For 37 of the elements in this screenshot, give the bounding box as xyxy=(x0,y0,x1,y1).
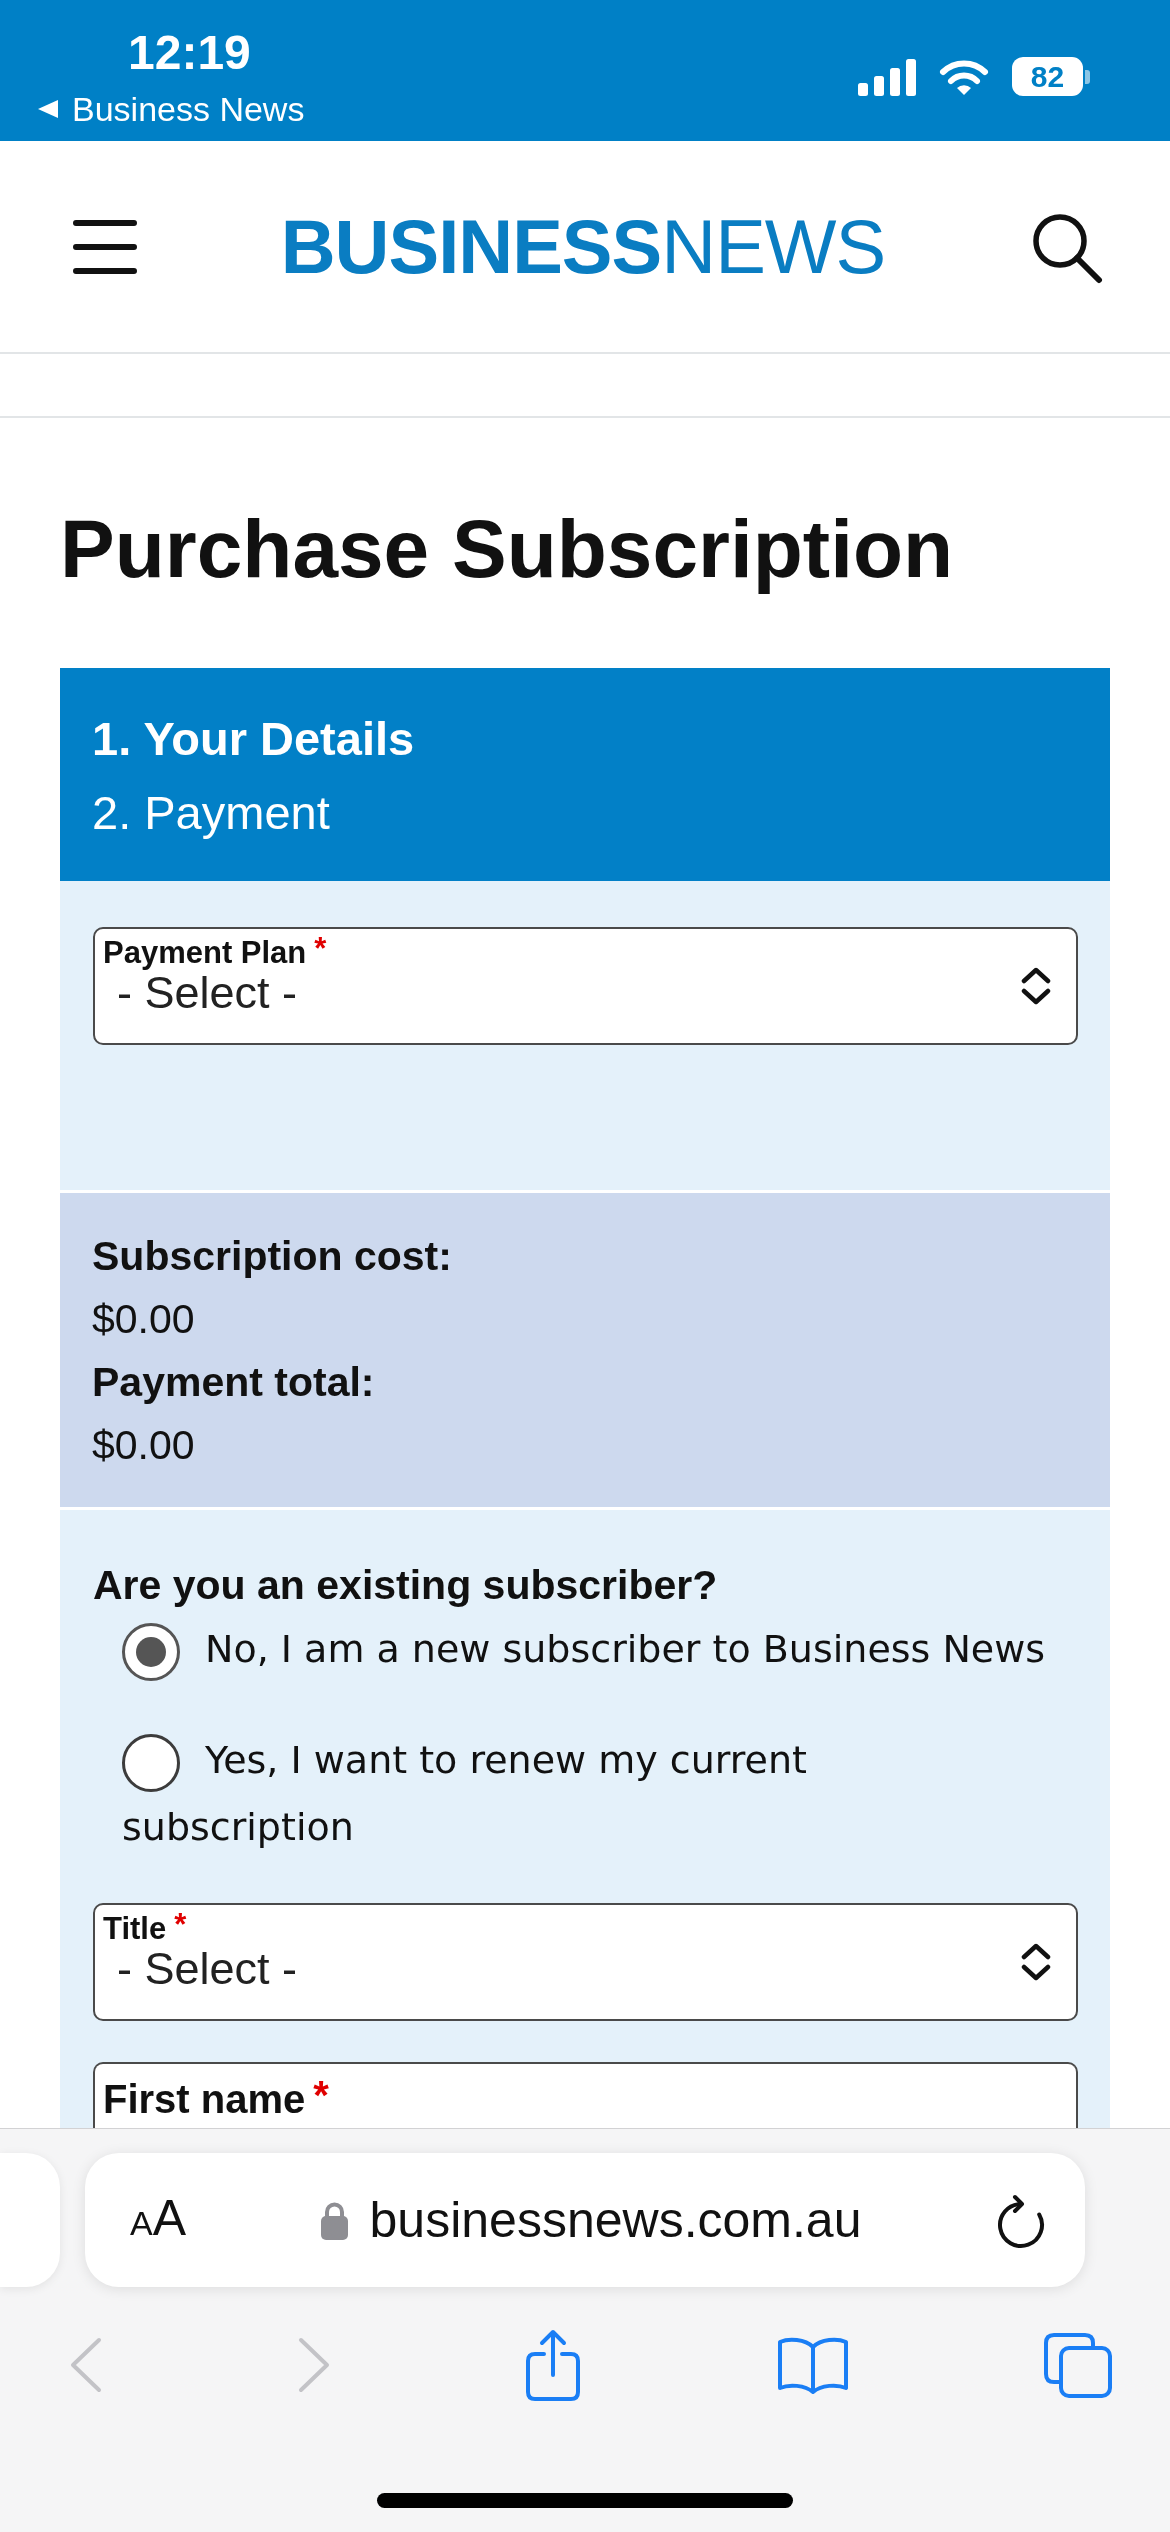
radio-option[interactable]: Yes, I want to renew my current subscription xyxy=(122,1727,1049,1861)
select-field[interactable]: Title * - Select - xyxy=(93,1903,1078,2021)
lock-icon xyxy=(319,2200,349,2240)
open-book-icon[interactable] xyxy=(775,2335,850,2395)
summary-value: $0.00 xyxy=(92,1421,196,1470)
battery-indicator: 82 xyxy=(1012,57,1090,96)
field-label: First name * xyxy=(103,2076,329,2122)
summary-label: Subscription cost: xyxy=(92,1232,453,1281)
selected-value: - Select - xyxy=(117,969,298,1017)
menu-icon[interactable] xyxy=(73,218,137,275)
back-to-app-link[interactable]: Business News xyxy=(38,88,305,130)
radio-button[interactable] xyxy=(122,1733,180,1792)
triangle-left-icon xyxy=(38,100,58,118)
field-label: Payment Plan * xyxy=(103,937,327,969)
summary-label: Payment total: xyxy=(92,1358,376,1407)
share-icon[interactable] xyxy=(524,2328,582,2402)
step-label: 2. Payment xyxy=(92,785,331,841)
radio-button[interactable] xyxy=(122,1622,180,1681)
step-label: 1. Your Details xyxy=(92,711,416,767)
site-logo[interactable]: BUSINESSNEWS xyxy=(280,208,886,285)
chevron-up-down-icon xyxy=(1020,967,1052,1005)
page-title: Purchase Subscription xyxy=(60,502,955,596)
tabs-icon[interactable] xyxy=(1043,2332,1113,2398)
input-field[interactable]: First name * xyxy=(93,2062,1078,2128)
address-bar[interactable]: AA businessnews.com.au xyxy=(85,2153,1085,2287)
signal-icon xyxy=(858,57,916,96)
selected-value: - Select - xyxy=(117,1945,298,1993)
select-field[interactable]: Payment Plan * - Select - xyxy=(93,927,1078,1045)
status-time: 12:19 xyxy=(128,25,252,81)
field-label: Title * xyxy=(103,1913,187,1945)
radio-option[interactable]: No, I am a new subscriber to Business News xyxy=(122,1616,1049,1683)
url-text[interactable]: businessnews.com.au xyxy=(369,2190,862,2250)
question-label: Are you an existing subscriber? xyxy=(93,1561,719,1610)
text-size-button[interactable]: AA xyxy=(130,2189,187,2251)
chevron-up-down-icon xyxy=(1020,1943,1052,1981)
summary-value: $0.00 xyxy=(92,1295,196,1344)
wifi-icon xyxy=(939,58,989,95)
